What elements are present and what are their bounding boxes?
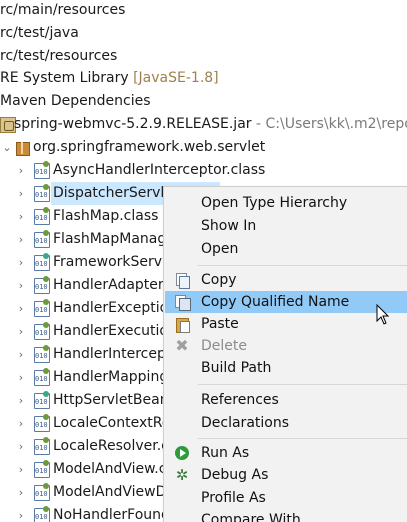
tree-item-label: AsyncHandlerInterceptor.class — [53, 162, 266, 178]
class-file-icon — [34, 322, 50, 340]
tree-item-src-test-java[interactable]: rc/test/java — [0, 22, 407, 45]
class-file-icon — [34, 414, 50, 432]
tree-item-path: - C:\Users\kk\.m2\repo — [256, 116, 407, 132]
menu-item-run-as[interactable]: Run As — [165, 442, 407, 464]
menu-item-delete: ✖ Delete — [175, 336, 247, 355]
class-file-icon — [34, 483, 50, 501]
menu-item-compare-with[interactable]: Compare With — [165, 509, 407, 522]
class-file-icon — [34, 299, 50, 317]
menu-item-debug-as[interactable]: ✲ Debug As — [165, 464, 407, 486]
menu-item-copy[interactable]: Copy — [165, 269, 407, 291]
chevron-right-icon[interactable]: › — [16, 435, 26, 458]
package-icon — [14, 140, 30, 156]
tree-item-label: rc/test/resources — [0, 48, 118, 64]
chevron-right-icon[interactable]: › — [16, 297, 26, 320]
tree-item-label: org.springframework.web.servlet — [33, 139, 266, 155]
class-file-icon — [34, 230, 50, 248]
debug-icon: ✲ — [175, 466, 189, 484]
chevron-right-icon[interactable]: › — [16, 481, 26, 504]
menu-item-show-in[interactable]: Show In — [165, 215, 407, 237]
chevron-down-icon[interactable]: ⌄ — [2, 136, 12, 159]
abstract-class-file-icon — [34, 253, 50, 271]
tree-item-label: RE System Library — [0, 70, 129, 86]
delete-icon: ✖ — [175, 336, 189, 355]
chevron-right-icon[interactable]: › — [16, 412, 26, 435]
chevron-right-icon[interactable]: › — [16, 182, 26, 205]
chevron-right-icon[interactable]: › — [16, 159, 26, 182]
chevron-right-icon[interactable]: › — [16, 366, 26, 389]
menu-item-profile-as[interactable]: Profile As — [165, 487, 407, 509]
chevron-right-icon[interactable]: › — [16, 343, 26, 366]
tree-item-jar[interactable]: spring-webmvc-5.2.9.RELEASE.jar - C:\Use… — [0, 113, 407, 136]
menu-item-references[interactable]: References — [165, 389, 407, 411]
tree-item-decoration: [JavaSE-1.8] — [133, 70, 219, 86]
class-file-icon — [34, 437, 50, 455]
chevron-right-icon[interactable]: › — [16, 228, 26, 251]
menu-item-open[interactable]: Open — [165, 238, 407, 260]
class-file-icon — [34, 207, 50, 225]
menu-separator — [198, 265, 407, 266]
class-file-icon — [34, 506, 50, 522]
chevron-right-icon[interactable]: › — [16, 320, 26, 343]
tree-item-class[interactable]: › AsyncHandlerInterceptor.class — [0, 159, 407, 182]
class-file-icon — [34, 345, 50, 363]
class-file-icon — [34, 184, 50, 202]
menu-separator — [198, 384, 407, 385]
tree-item-maven-dependencies[interactable]: Maven Dependencies — [0, 90, 407, 113]
chevron-right-icon[interactable]: › — [16, 274, 26, 297]
menu-separator — [198, 438, 407, 439]
copy-qualified-name-icon — [174, 294, 191, 311]
tree-item-label: rc/test/java — [0, 25, 79, 41]
tree-item-jre-system-library[interactable]: RE System Library [JavaSE-1.8] — [0, 67, 407, 90]
chevron-right-icon[interactable]: › — [16, 504, 26, 522]
tree-item-src-test-resources[interactable]: rc/test/resources — [0, 45, 407, 68]
menu-item-copy-qualified-name[interactable]: Copy Qualified Name — [165, 291, 407, 313]
menu-item-open-type-hierarchy[interactable]: Open Type Hierarchy — [165, 192, 407, 214]
class-file-icon — [34, 276, 50, 294]
paste-icon — [174, 316, 190, 333]
class-file-icon — [34, 161, 50, 179]
run-icon — [174, 445, 190, 461]
class-file-icon — [34, 368, 50, 386]
copy-icon — [174, 272, 190, 289]
tree-item-label: spring-webmvc-5.2.9.RELEASE.jar — [14, 116, 252, 132]
tree-item-label: Maven Dependencies — [0, 93, 151, 109]
menu-item-build-path[interactable]: Build Path — [165, 357, 407, 379]
menu-item-declarations[interactable]: Declarations — [165, 412, 407, 434]
menu-item-paste[interactable]: Paste — [165, 313, 407, 335]
tree-item-package[interactable]: ⌄ org.springframework.web.servlet — [0, 136, 407, 159]
context-menu: Open Type Hierarchy Show In Open Copy Co… — [163, 186, 407, 522]
tree-item-label: FlashMap.class — [53, 208, 159, 224]
chevron-right-icon[interactable]: › — [16, 458, 26, 481]
tree-item-label: rc/main/resources — [0, 2, 126, 18]
chevron-right-icon[interactable]: › — [16, 251, 26, 274]
mouse-cursor-icon — [376, 304, 390, 325]
class-file-icon — [34, 460, 50, 478]
tree-item-src-main-resources[interactable]: rc/main/resources — [0, 0, 407, 22]
chevron-right-icon[interactable]: › — [16, 205, 26, 228]
abstract-class-file-icon — [34, 391, 50, 409]
chevron-right-icon[interactable]: › — [16, 389, 26, 412]
